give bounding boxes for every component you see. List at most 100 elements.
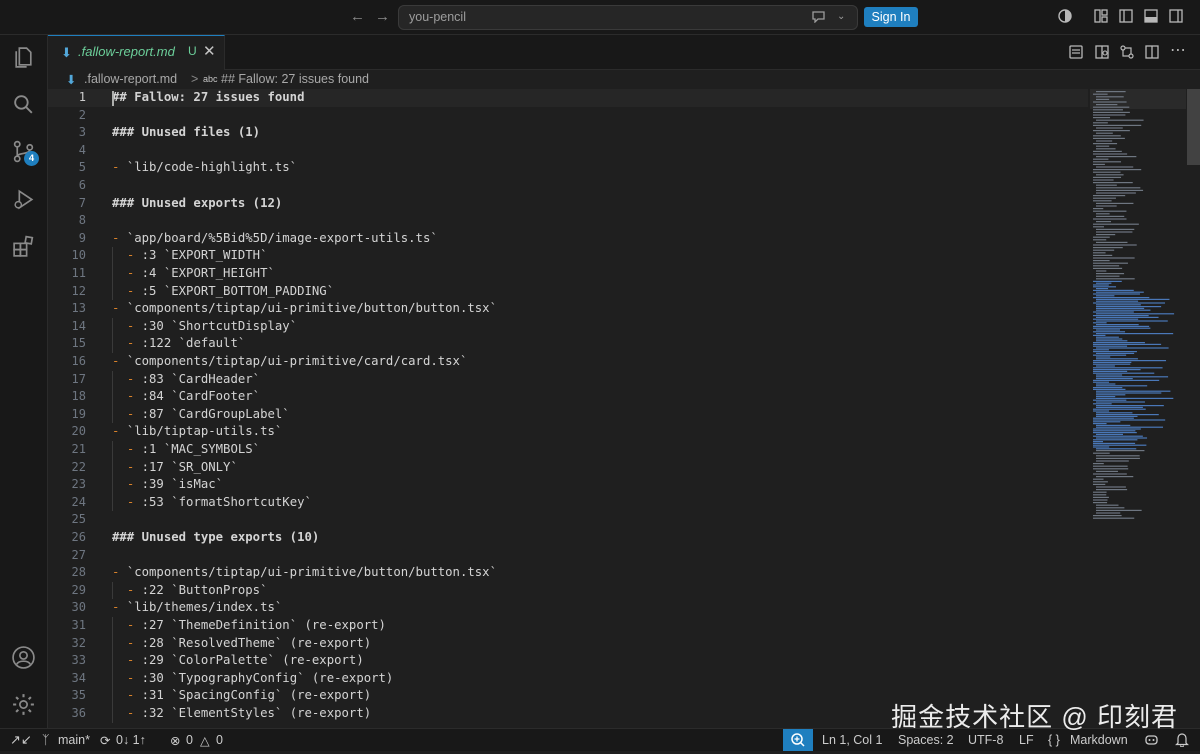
toggle-secondary-sidebar-icon[interactable]: [1168, 8, 1184, 24]
editor-line[interactable]: 17 - :83 `CardHeader`: [48, 371, 1088, 389]
editor-line[interactable]: 2: [48, 107, 1088, 125]
sync-status[interactable]: 0↓ 1↑: [116, 733, 146, 747]
toggle-panel-icon[interactable]: [1143, 8, 1159, 24]
editor-line[interactable]: 18 - :84 `CardFooter`: [48, 388, 1088, 406]
line-number[interactable]: 1: [48, 90, 86, 104]
vertical-scrollbar[interactable]: [1187, 89, 1200, 165]
editor-line[interactable]: 31 - :27 `ThemeDefinition` (re-export): [48, 617, 1088, 635]
extensions-icon[interactable]: [11, 234, 36, 259]
forward-arrow-icon[interactable]: →: [375, 8, 390, 25]
line-number[interactable]: 34: [48, 671, 86, 685]
preview-to-side-icon[interactable]: [1094, 44, 1110, 60]
editor-line[interactable]: 23 - :39 `isMac`: [48, 476, 1088, 494]
editor-line[interactable]: 28 - `components/tiptap/ui-primitive/butt…: [48, 564, 1088, 582]
customize-layout-icon[interactable]: [1093, 8, 1109, 24]
line-number[interactable]: 29: [48, 583, 86, 597]
editor-line[interactable]: 6: [48, 177, 1088, 195]
open-preview-icon[interactable]: [1068, 44, 1084, 60]
line-number[interactable]: 5: [48, 160, 86, 174]
line-number[interactable]: 16: [48, 354, 86, 368]
language-mode[interactable]: Markdown: [1070, 733, 1128, 747]
line-number[interactable]: 8: [48, 213, 86, 227]
line-number[interactable]: 2: [48, 108, 86, 122]
line-number[interactable]: 4: [48, 143, 86, 157]
line-number[interactable]: 32: [48, 636, 86, 650]
toggle-primary-sidebar-icon[interactable]: [1118, 8, 1134, 24]
explorer-icon[interactable]: [11, 45, 36, 70]
sign-in-button[interactable]: Sign In: [864, 7, 918, 27]
line-number[interactable]: 31: [48, 618, 86, 632]
editor-line[interactable]: 16 - `components/tiptap/ui-primitive/card…: [48, 353, 1088, 371]
end-of-line[interactable]: LF: [1019, 733, 1034, 747]
code-editor[interactable]: 1 ## Fallow: 27 issues found 2 3 ### Unused …: [48, 89, 1088, 728]
line-number[interactable]: 10: [48, 248, 86, 262]
line-number[interactable]: 12: [48, 284, 86, 298]
editor-line[interactable]: 8: [48, 212, 1088, 230]
sync-icon[interactable]: ⟳: [100, 733, 110, 748]
search-icon[interactable]: [11, 92, 36, 117]
branch-name[interactable]: main*: [58, 733, 90, 747]
warning-count[interactable]: 0: [216, 733, 223, 747]
editor-line[interactable]: 33 - :29 `ColorPalette` (re-export): [48, 652, 1088, 670]
error-count[interactable]: 0: [186, 733, 193, 747]
settings-gear-icon[interactable]: [11, 692, 36, 717]
run-debug-icon[interactable]: [11, 187, 36, 212]
editor-line[interactable]: 1 ## Fallow: 27 issues found: [48, 89, 1088, 107]
editor-line[interactable]: 27: [48, 547, 1088, 565]
command-center-search[interactable]: you-pencil ⌄: [398, 5, 858, 30]
layout-toggle-icon[interactable]: [1057, 8, 1073, 24]
editor-line[interactable]: 20 - `lib/tiptap-utils.ts`: [48, 423, 1088, 441]
editor-line[interactable]: 21 - :1 `MAC_SYMBOLS`: [48, 441, 1088, 459]
zoom-button[interactable]: [783, 729, 813, 751]
line-number[interactable]: 11: [48, 266, 86, 280]
editor-line[interactable]: 34 - :30 `TypographyConfig` (re-export): [48, 670, 1088, 688]
line-number[interactable]: 9: [48, 231, 86, 245]
notifications-bell-icon[interactable]: [1175, 732, 1189, 750]
line-number[interactable]: 21: [48, 442, 86, 456]
line-number[interactable]: 13: [48, 301, 86, 315]
line-number[interactable]: 18: [48, 389, 86, 403]
back-arrow-icon[interactable]: ←: [350, 8, 365, 25]
line-number[interactable]: 19: [48, 407, 86, 421]
editor-line[interactable]: 7 ### Unused exports (12): [48, 195, 1088, 213]
editor-line[interactable]: 22 - :17 `SR_ONLY`: [48, 459, 1088, 477]
line-number[interactable]: 15: [48, 336, 86, 350]
line-number[interactable]: 25: [48, 512, 86, 526]
line-number[interactable]: 3: [48, 125, 86, 139]
encoding[interactable]: UTF-8: [968, 733, 1003, 747]
line-number[interactable]: 24: [48, 495, 86, 509]
editor-line[interactable]: 14 - :30 `ShortcutDisplay`: [48, 318, 1088, 336]
breadcrumb-file[interactable]: .fallow-report.md: [84, 72, 177, 86]
line-number[interactable]: 23: [48, 477, 86, 491]
cursor-position[interactable]: Ln 1, Col 1: [822, 733, 882, 747]
editor-line[interactable]: 30 - `lib/themes/index.ts`: [48, 599, 1088, 617]
line-number[interactable]: 36: [48, 706, 86, 720]
copilot-chat-icon[interactable]: [811, 9, 827, 26]
split-editor-icon[interactable]: [1144, 44, 1160, 60]
line-number[interactable]: 28: [48, 565, 86, 579]
indentation[interactable]: Spaces: 2: [898, 733, 954, 747]
editor-line[interactable]: 13 - `components/tiptap/ui-primitive/butt…: [48, 300, 1088, 318]
remote-icon[interactable]: ↗↙: [10, 732, 32, 748]
editor-line[interactable]: 5 - `lib/code-highlight.ts`: [48, 159, 1088, 177]
editor-line[interactable]: 12 - :5 `EXPORT_BOTTOM_PADDING`: [48, 283, 1088, 301]
line-number[interactable]: 35: [48, 688, 86, 702]
copilot-icon[interactable]: [1144, 732, 1159, 750]
line-number[interactable]: 22: [48, 460, 86, 474]
chevron-down-icon[interactable]: ⌄: [837, 11, 845, 22]
close-icon[interactable]: ✕: [203, 42, 216, 60]
line-number[interactable]: 17: [48, 372, 86, 386]
editor-line[interactable]: 11 - :4 `EXPORT_HEIGHT`: [48, 265, 1088, 283]
more-actions-icon[interactable]: ⋯: [1170, 40, 1186, 59]
line-number[interactable]: 27: [48, 548, 86, 562]
editor-line[interactable]: 32 - :28 `ResolvedTheme` (re-export): [48, 635, 1088, 653]
line-number[interactable]: 33: [48, 653, 86, 667]
editor-line[interactable]: 19 - :87 `CardGroupLabel`: [48, 406, 1088, 424]
line-number[interactable]: 14: [48, 319, 86, 333]
compare-changes-icon[interactable]: [1119, 44, 1135, 60]
line-number[interactable]: 6: [48, 178, 86, 192]
minimap[interactable]: [1090, 89, 1186, 728]
account-icon[interactable]: [11, 645, 36, 670]
editor-line[interactable]: 29 - :22 `ButtonProps`: [48, 582, 1088, 600]
editor-line[interactable]: 9 - `app/board/%5Bid%5D/image-export-util…: [48, 230, 1088, 248]
